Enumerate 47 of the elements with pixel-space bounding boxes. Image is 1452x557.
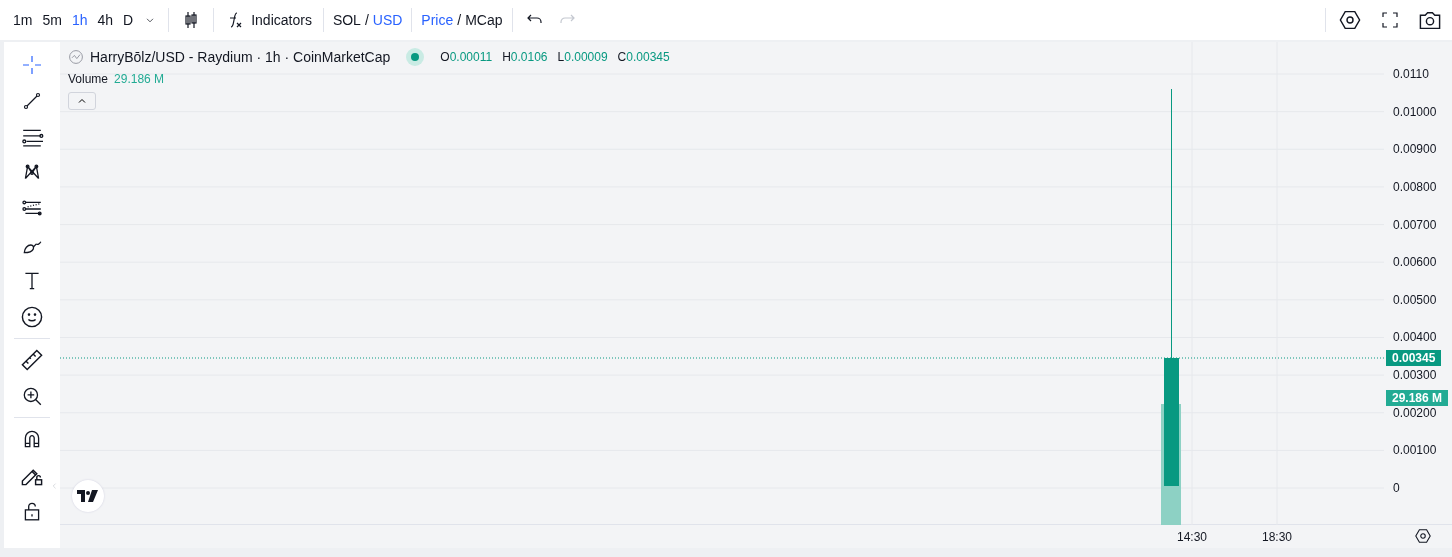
price-tick: 0.00800 bbox=[1393, 179, 1437, 194]
ohlc-value: L0.00009 bbox=[557, 50, 608, 64]
price-tick: 0.00100 bbox=[1393, 443, 1437, 458]
price-tick: 0.00400 bbox=[1393, 330, 1437, 345]
currency-toggle[interactable]: USD bbox=[369, 8, 406, 32]
currency-toggle[interactable]: SOL bbox=[329, 8, 364, 32]
ruler-icon bbox=[20, 348, 44, 372]
symbol-logo-icon bbox=[68, 49, 84, 65]
price-tick: 0.00500 bbox=[1393, 292, 1437, 307]
price-tick: 0.00600 bbox=[1393, 255, 1437, 270]
interval-button[interactable]: D bbox=[118, 8, 139, 32]
mode-toggle[interactable]: Price bbox=[418, 8, 457, 32]
volume-label: Volume bbox=[68, 72, 109, 86]
interval-button[interactable]: 1m bbox=[8, 8, 38, 32]
emoji-icon bbox=[20, 305, 44, 329]
volume-value: 29.186 M bbox=[114, 72, 165, 86]
settings-icon bbox=[1414, 527, 1432, 545]
caret-up-icon bbox=[77, 96, 87, 106]
interval-button[interactable]: 4h bbox=[92, 8, 119, 32]
logo-icon bbox=[77, 490, 99, 502]
crosshair-icon bbox=[22, 55, 42, 75]
ohlc-value: O0.00011 bbox=[440, 50, 493, 64]
price-tick: 0.00300 bbox=[1393, 368, 1437, 383]
interval-button[interactable]: 5m bbox=[37, 8, 67, 32]
last-price-label: 0.00345 bbox=[1386, 350, 1442, 366]
symbol-title: HarryBōlz/USD - Raydium · 1h · CoinMarketCap bbox=[90, 49, 391, 65]
tradingview-logo[interactable] bbox=[72, 480, 104, 512]
price-tick: 0.00900 bbox=[1393, 142, 1437, 157]
settings-icon bbox=[1338, 8, 1362, 32]
slash-separator: / bbox=[364, 12, 369, 28]
mode-toggle[interactable]: MCap bbox=[462, 8, 506, 32]
indicators-button[interactable]: Indicators bbox=[220, 6, 317, 34]
price-tick: 0 bbox=[1393, 481, 1400, 496]
ohlc-value: H0.0106 bbox=[502, 50, 548, 64]
ohlc-value: C0.00345 bbox=[617, 50, 670, 64]
fullscreen-icon bbox=[1380, 10, 1400, 30]
volume-price-label: 29.186 M bbox=[1386, 390, 1449, 406]
price-tick: 0.00700 bbox=[1393, 217, 1437, 232]
time-tick: 14:30 bbox=[1177, 530, 1207, 544]
price-tick: 0.01000 bbox=[1393, 104, 1437, 119]
zoom-in-icon bbox=[21, 385, 43, 407]
price-tick: 0.00200 bbox=[1393, 405, 1437, 420]
interval-button[interactable]: 1h bbox=[66, 8, 93, 32]
trend-line-icon bbox=[22, 91, 42, 111]
slash-separator: / bbox=[457, 12, 462, 28]
time-tick: 18:30 bbox=[1262, 530, 1292, 544]
price-tick: 0.0110 bbox=[1393, 67, 1429, 81]
